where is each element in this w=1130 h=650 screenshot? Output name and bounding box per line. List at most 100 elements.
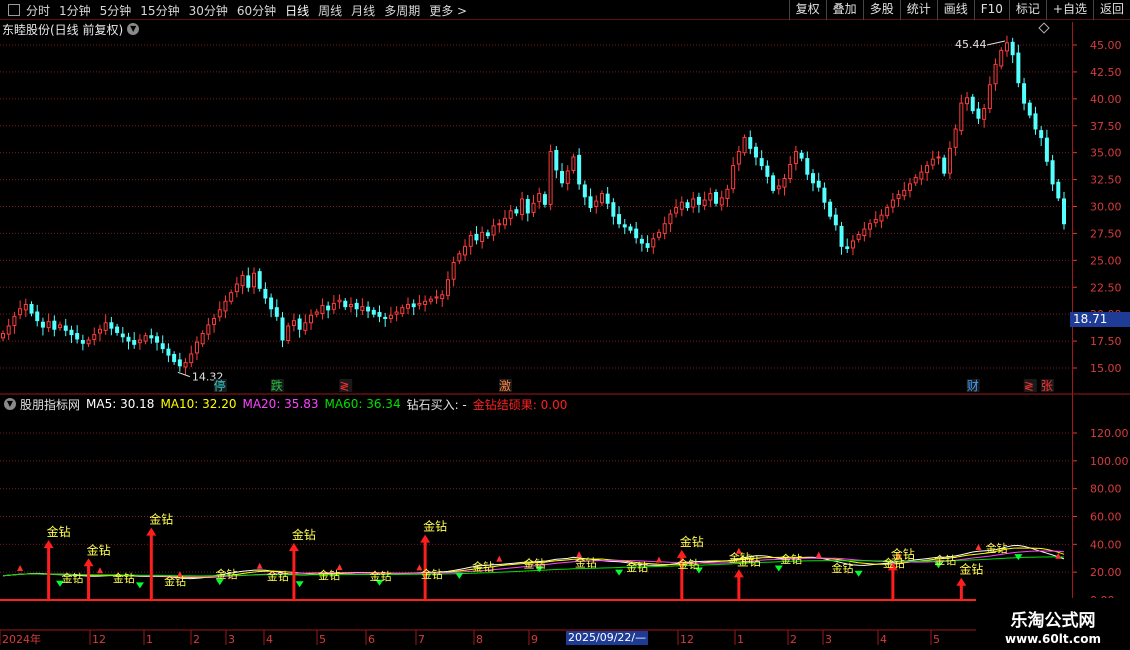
candle-body: [491, 225, 496, 236]
candle-body: [394, 311, 399, 315]
candle-body: [320, 305, 325, 315]
candle-body: [269, 297, 274, 310]
candle-body: [366, 306, 371, 312]
candle-body: [194, 341, 199, 354]
gold-diamond-arrow-icon: [733, 569, 744, 578]
candle-body: [759, 158, 764, 167]
up-arrow-icon: [496, 555, 503, 562]
candle-body: [217, 309, 222, 318]
candle-body: [862, 228, 867, 237]
candle-body: [828, 201, 833, 217]
selected-date: 2025/09/22/—: [566, 631, 648, 645]
event-tag: 激: [499, 379, 511, 393]
candle-body: [502, 217, 507, 226]
candle-body: [885, 207, 890, 217]
candle-body: [873, 218, 878, 224]
candle-body: [434, 296, 439, 299]
candle-body: [565, 170, 570, 184]
candle-body: [263, 288, 268, 299]
event-tag: ≷: [339, 379, 349, 393]
candle-body: [451, 261, 456, 280]
ma20-value: MA20: 35.83: [242, 397, 319, 411]
candle-body: [457, 253, 462, 262]
candle-body: [63, 325, 68, 331]
down-arrow-icon: [295, 581, 304, 588]
candle-body: [805, 158, 810, 175]
gold-diamond-label: 金钻: [680, 534, 704, 549]
candle-body: [548, 151, 553, 205]
candle-body: [92, 334, 97, 340]
gold-diamond-minor-label: 金钻: [61, 571, 83, 585]
candle-body: [383, 316, 388, 319]
ma10-value: MA10: 32.20: [160, 397, 237, 411]
candle-body: [788, 164, 793, 180]
candle-body: [229, 292, 234, 302]
gold-diamond-arrow-icon: [420, 534, 431, 543]
candle-body: [388, 314, 393, 319]
candle-body: [97, 328, 102, 334]
candle-body: [531, 202, 536, 213]
candle-body: [69, 329, 74, 336]
candle-body: [691, 198, 696, 208]
candle-body: [137, 339, 142, 344]
indicator-name[interactable]: 股朋指标网: [20, 396, 80, 413]
candle-body: [18, 308, 23, 316]
candle-body: [166, 348, 171, 356]
ma5-value: MA5: 30.18: [86, 397, 155, 411]
candle-body: [343, 300, 348, 308]
candle-body: [400, 307, 405, 315]
candle-body: [485, 232, 490, 237]
gold-diamond-minor-label: 金钻: [678, 557, 700, 571]
high-price-marker: 45.44: [955, 38, 987, 51]
candle-body: [582, 184, 587, 198]
down-arrow-icon: [774, 565, 783, 572]
candle-body: [753, 146, 758, 158]
gold-diamond-result-value: 金钻结硕果: 0.00: [472, 397, 568, 412]
candle-body: [942, 157, 947, 174]
candle-body: [782, 178, 787, 188]
gold-diamond-minor-label: 金钻: [780, 552, 802, 566]
gold-diamond-minor-label: 金钻: [113, 571, 135, 585]
candle-body: [251, 272, 256, 288]
gold-diamond-minor-label: 金钻: [318, 568, 340, 582]
candle-body: [634, 228, 639, 239]
candle-body: [1, 333, 5, 339]
candle-body: [149, 335, 154, 339]
candle-body: [970, 96, 975, 112]
candle-body: [183, 362, 188, 368]
candle-body: [719, 197, 724, 206]
candle-body: [856, 233, 861, 240]
candle-body: [656, 231, 661, 238]
candle-body: [816, 180, 821, 188]
candle-body: [23, 303, 28, 311]
candle-body: [463, 245, 468, 256]
candle-body: [1027, 102, 1032, 116]
candle-body: [993, 63, 998, 85]
candle-body: [639, 238, 644, 244]
candle-body: [508, 210, 513, 219]
candle-body: [155, 336, 160, 343]
candle-body: [257, 271, 262, 289]
candle-body: [280, 317, 285, 341]
date-axis[interactable]: [0, 630, 1130, 650]
chevron-down-icon[interactable]: ▼: [4, 398, 16, 410]
candle-body: [177, 359, 182, 367]
candle-body: [354, 302, 359, 310]
candle-body: [947, 147, 952, 174]
candle-body: [742, 137, 747, 154]
gold-diamond-minor-label: 金钻: [626, 560, 648, 574]
candle-body: [1044, 137, 1049, 162]
candle-body: [468, 235, 473, 247]
event-tag: 跌: [271, 378, 283, 393]
gold-diamond-minor-label: 金钻: [729, 551, 751, 565]
candle-body: [965, 97, 970, 105]
candle-body: [560, 171, 565, 184]
up-arrow-icon: [256, 562, 263, 569]
candle-body: [588, 196, 593, 209]
price-chart-canvas[interactable]: 45.0042.5040.0037.5035.0032.5030.0027.50…: [0, 0, 1130, 650]
gold-diamond-minor-label: 金钻: [164, 574, 186, 588]
candle-body: [976, 108, 981, 119]
candle-body: [879, 214, 884, 222]
gold-diamond-minor-label: 金钻: [524, 556, 546, 570]
candle-body: [868, 223, 873, 230]
